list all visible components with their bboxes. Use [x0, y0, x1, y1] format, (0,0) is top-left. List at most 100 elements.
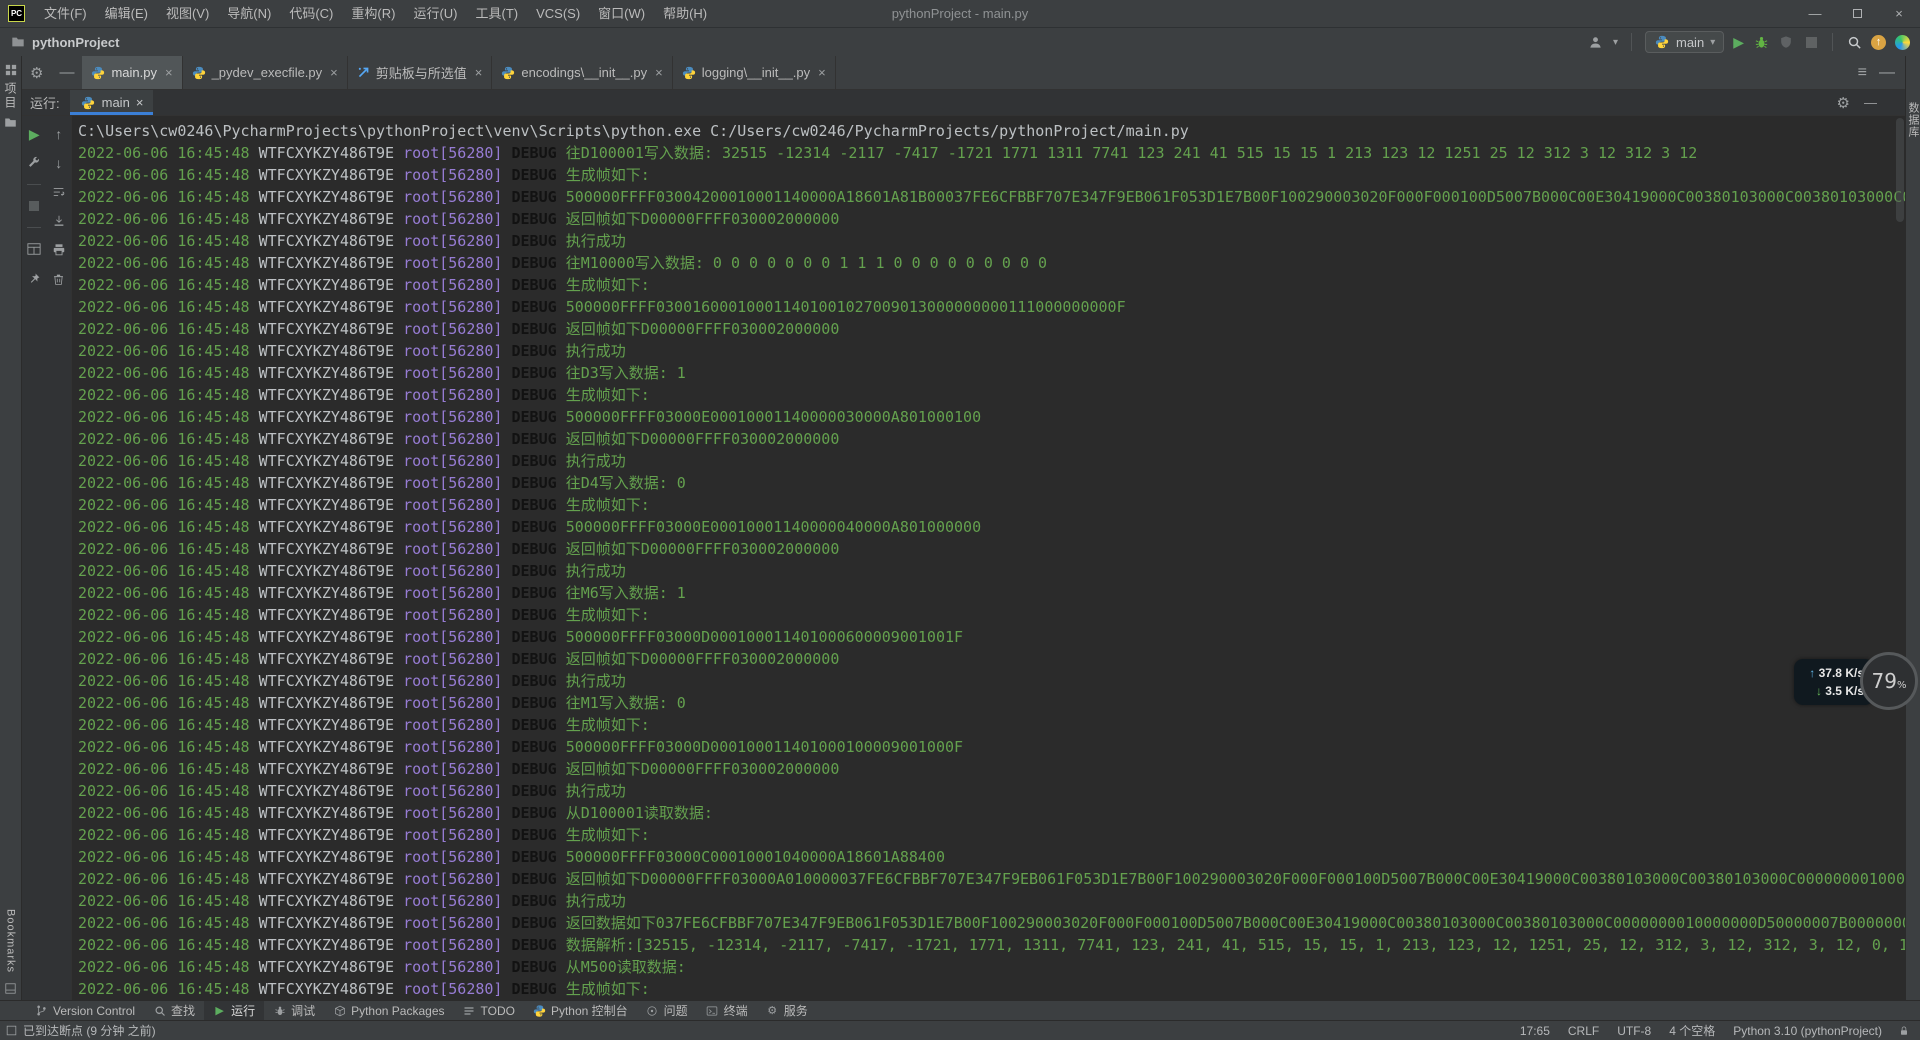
toolwindow-button-label: 服务	[784, 1002, 808, 1019]
tab-label: _pydev_execfile.py	[212, 65, 323, 80]
scroll-to-end-icon[interactable]	[51, 213, 67, 229]
menu-item-5[interactable]: 代码(C)	[280, 0, 342, 28]
tool-windows-icon[interactable]	[5, 64, 17, 76]
close-icon[interactable]: ×	[165, 65, 173, 80]
hide-panel-icon[interactable]: —	[51, 56, 82, 89]
hide-tabs-icon[interactable]: —	[1879, 64, 1895, 82]
toolwindow-button-terminal[interactable]: 终端	[697, 1001, 757, 1020]
stripe-database-button[interactable]: 数据库	[1905, 102, 1920, 138]
toolwindow-button-branch[interactable]: Version Control	[26, 1001, 144, 1020]
restore-layout-icon[interactable]	[26, 241, 42, 257]
toolwindow-button-search[interactable]: 查找	[144, 1001, 204, 1020]
menu-item-1[interactable]: 文件(F)	[35, 0, 96, 28]
console-line: 2022-06-06 16:45:48 WTFCXYKZY486T9E root…	[78, 582, 1905, 604]
gear-icon[interactable]: ⚙	[22, 56, 51, 89]
status-item-1[interactable]: 17:65	[1520, 1024, 1550, 1038]
stripe-bookmarks-button[interactable]: Bookmarks	[5, 909, 17, 973]
console-line: 2022-06-06 16:45:48 WTFCXYKZY486T9E root…	[78, 384, 1905, 406]
run-configuration-select[interactable]: main ▾	[1645, 31, 1724, 53]
python-icon	[91, 66, 105, 80]
status-item-4[interactable]: 4 个空格	[1669, 1022, 1715, 1039]
user-profile-icon[interactable]	[1588, 34, 1604, 50]
clear-console-icon[interactable]	[51, 271, 67, 287]
console-line: 2022-06-06 16:45:48 WTFCXYKZY486T9E root…	[78, 648, 1905, 670]
close-icon[interactable]: ×	[330, 65, 338, 80]
download-speed: 3.5 K/s	[1825, 684, 1864, 698]
tab-label: encodings\__init__.py	[521, 65, 647, 80]
run-console-output[interactable]: C:\Users\cw0246\PycharmProjects\pythonPr…	[72, 116, 1905, 1000]
stripe-bottom-icon[interactable]	[5, 983, 16, 994]
close-icon[interactable]: ×	[136, 95, 144, 110]
chevron-down-icon: ▾	[1710, 37, 1715, 48]
lock-icon[interactable]	[1898, 1025, 1910, 1037]
close-icon[interactable]: ×	[475, 65, 483, 80]
toolwindow-button-run[interactable]: ▶运行	[204, 1001, 264, 1020]
print-icon[interactable]	[51, 242, 67, 258]
menu-item-3[interactable]: 视图(V)	[157, 0, 218, 28]
upload-arrow-icon: ↑	[1809, 666, 1815, 680]
run-toolbar-secondary: ↑ ↓	[47, 116, 72, 1000]
status-item-3[interactable]: UTF-8	[1617, 1024, 1651, 1038]
run-tab-main[interactable]: main ×	[70, 90, 154, 115]
run-with-coverage-button[interactable]	[1778, 34, 1794, 50]
menu-item-4[interactable]: 导航(N)	[218, 0, 280, 28]
folder-icon[interactable]	[4, 116, 17, 129]
down-stack-trace-icon[interactable]: ↓	[51, 155, 67, 171]
menu-item-10[interactable]: 窗口(W)	[589, 0, 654, 28]
run-button[interactable]: ▶	[1733, 34, 1744, 51]
close-button[interactable]: ×	[1878, 0, 1920, 27]
hide-icon[interactable]: —	[1864, 95, 1877, 110]
menu-item-6[interactable]: 重构(R)	[342, 0, 404, 28]
breakpoint-icon	[6, 1025, 17, 1036]
toolwindow-button-bug[interactable]: 调试	[264, 1001, 324, 1020]
status-bar: 已到达断点 (9 分钟 之前) 17:65 CRLF UTF-8 4 个空格 Pytho…	[0, 1020, 1920, 1040]
toolwindow-button-python[interactable]: Python 控制台	[524, 1001, 637, 1020]
run-configuration-name: main	[1676, 35, 1704, 50]
soft-wrap-icon[interactable]	[51, 184, 67, 200]
editor-tab-5[interactable]: logging\__init__.py×	[673, 56, 836, 89]
menu-item-7[interactable]: 运行(U)	[404, 0, 466, 28]
toolwindow-button-package[interactable]: Python Packages	[324, 1001, 453, 1020]
toolwindow-button-label: Python Packages	[351, 1004, 444, 1018]
project-breadcrumb[interactable]: pythonProject	[10, 34, 119, 50]
editor-tab-2[interactable]: _pydev_execfile.py ×	[183, 56, 348, 89]
status-item-5[interactable]: Python 3.10 (pythonProject)	[1733, 1024, 1882, 1038]
editor-tab-3[interactable]: 剪贴板与所选值 ×	[348, 56, 493, 89]
update-available-icon[interactable]: ↑	[1871, 35, 1886, 50]
menu-item-11[interactable]: 帮助(H)	[654, 0, 716, 28]
pin-icon[interactable]	[26, 270, 42, 286]
console-line: 2022-06-06 16:45:48 WTFCXYKZY486T9E root…	[78, 450, 1905, 472]
toolbar-right: ▾ main ▾ ▶ ↑	[1588, 31, 1910, 53]
right-tool-stripe: 数据库	[1905, 56, 1920, 1000]
gear-icon[interactable]: ⚙	[1837, 94, 1850, 112]
console-line: 2022-06-06 16:45:48 WTFCXYKZY486T9E root…	[78, 164, 1905, 186]
toolwindow-button-problems[interactable]: 问题	[637, 1001, 697, 1020]
menu-item-8[interactable]: 工具(T)	[466, 0, 527, 28]
tab-label: 剪贴板与所选值	[376, 63, 467, 82]
toolwindow-button-services[interactable]: ⚙服务	[757, 1001, 817, 1020]
rerun-button[interactable]: ▶	[26, 126, 42, 142]
settings-wrench-icon[interactable]	[26, 155, 42, 171]
status-left[interactable]: 已到达断点 (9 分钟 之前)	[6, 1022, 156, 1039]
editor-tab-1[interactable]: main.py×	[82, 56, 182, 89]
minimize-button[interactable]: —	[1794, 0, 1836, 27]
menu-item-9[interactable]: VCS(S)	[527, 0, 589, 28]
status-right: 17:65 CRLF UTF-8 4 个空格 Python 3.10 (pythonPr…	[1520, 1022, 1882, 1039]
tab-list-icon[interactable]: ≡	[1858, 64, 1867, 82]
console-scrollbar[interactable]	[1896, 118, 1904, 222]
editor-tab-4[interactable]: encodings\__init__.py ×	[492, 56, 672, 89]
close-icon[interactable]: ×	[655, 65, 663, 80]
debug-button[interactable]	[1753, 34, 1769, 50]
maximize-button[interactable]	[1836, 0, 1878, 27]
close-icon[interactable]: ×	[818, 65, 826, 80]
gradient-ball-icon[interactable]	[1895, 35, 1910, 50]
toolwindow-button-todo[interactable]: TODO	[454, 1001, 524, 1020]
search-everywhere-icon[interactable]	[1846, 34, 1862, 50]
stop-button[interactable]	[1803, 34, 1819, 50]
console-line: 2022-06-06 16:45:48 WTFCXYKZY486T9E root…	[78, 230, 1905, 252]
stop-button[interactable]	[26, 198, 42, 214]
status-item-2[interactable]: CRLF	[1568, 1024, 1599, 1038]
menu-item-2[interactable]: 编辑(E)	[96, 0, 157, 28]
up-stack-trace-icon[interactable]: ↑	[51, 126, 67, 142]
stripe-project-button[interactable]: 项目	[2, 82, 19, 110]
